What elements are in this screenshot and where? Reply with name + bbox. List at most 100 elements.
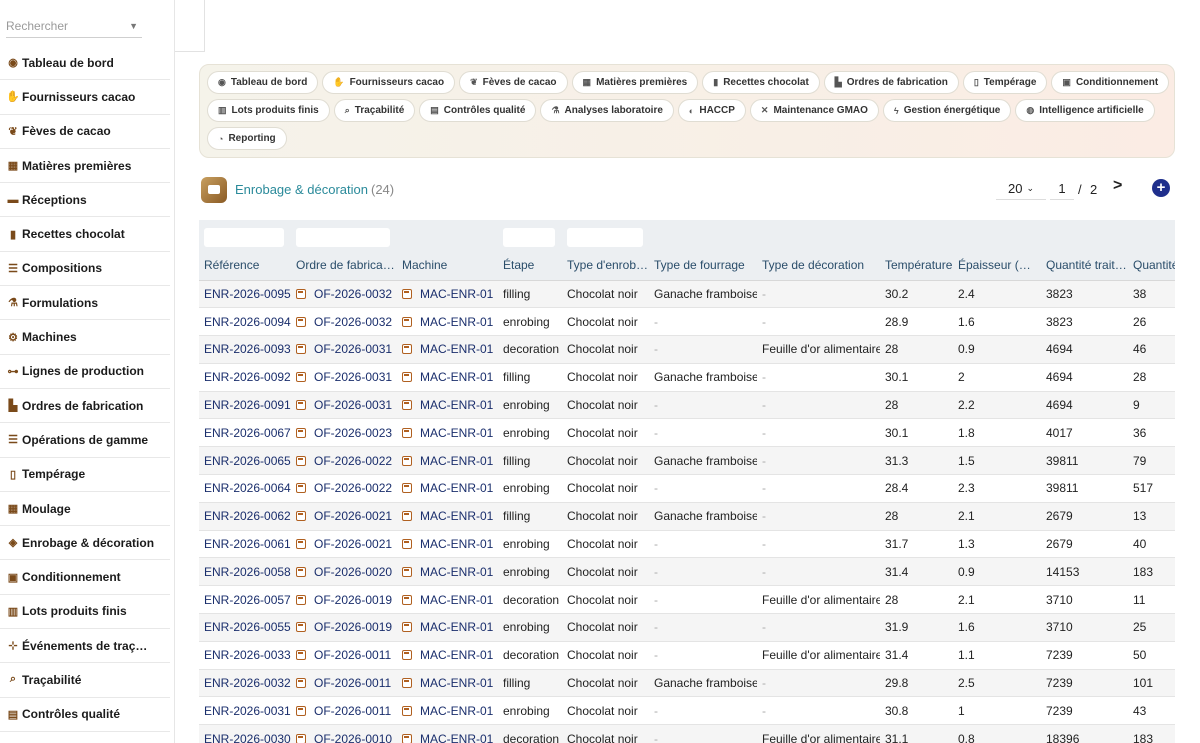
next-page-icon[interactable]: > — [1113, 177, 1122, 195]
table-row[interactable]: ENR-2026-0065 OF-2026-0022 MAC-ENR-01 filli… — [199, 446, 1175, 476]
table-cell[interactable]: ENR-2026-0055 — [199, 613, 291, 642]
cell-link[interactable]: OF-2026-0031 — [314, 370, 392, 384]
sidebar-item[interactable]: ▤ Contrôles qualité — [0, 698, 170, 732]
cell-link[interactable]: OF-2026-0019 — [314, 620, 392, 634]
table-row[interactable]: ENR-2026-0032 OF-2026-0011 MAC-ENR-01 filli… — [199, 669, 1175, 698]
table-cell[interactable]: MAC-ENR-01 — [397, 641, 498, 670]
table-cell[interactable]: OF-2026-0021 — [291, 502, 397, 531]
column-header[interactable]: Étape — [498, 250, 562, 281]
table-cell[interactable]: ENR-2026-0061 — [199, 530, 291, 559]
table-cell[interactable]: OF-2026-0032 — [291, 307, 397, 337]
cell-link[interactable]: ENR-2026-0093 — [204, 342, 291, 356]
cell-link[interactable]: OF-2026-0032 — [314, 315, 392, 329]
table-cell[interactable]: MAC-ENR-01 — [397, 446, 498, 476]
table-cell[interactable]: OF-2026-0011 — [291, 696, 397, 726]
table-cell[interactable]: MAC-ENR-01 — [397, 585, 498, 615]
table-cell[interactable]: OF-2026-0011 — [291, 669, 397, 698]
quick-link-chip[interactable]: ⚗ Analyses laboratoire — [540, 99, 674, 122]
cell-link[interactable]: MAC-ENR-01 — [420, 620, 493, 634]
table-row[interactable]: ENR-2026-0057 OF-2026-0019 MAC-ENR-01 decor… — [199, 585, 1175, 615]
table-cell[interactable]: MAC-ENR-01 — [397, 557, 498, 587]
cell-link[interactable]: OF-2026-0023 — [314, 426, 392, 440]
table-cell[interactable]: ENR-2026-0062 — [199, 502, 291, 531]
sidebar-item[interactable]: ▦ Matières premières — [0, 149, 170, 184]
table-cell[interactable]: MAC-ENR-01 — [397, 696, 498, 726]
table-cell[interactable]: ENR-2026-0091 — [199, 391, 291, 420]
cell-link[interactable]: ENR-2026-0092 — [204, 370, 291, 384]
column-header[interactable]: Température — [880, 250, 953, 281]
cell-link[interactable]: ENR-2026-0062 — [204, 509, 291, 523]
table-cell[interactable]: ENR-2026-0058 — [199, 557, 291, 587]
sidebar-item[interactable]: ⊹ Événements de traç… — [0, 629, 170, 664]
cell-link[interactable]: MAC-ENR-01 — [420, 342, 493, 356]
table-cell[interactable]: OF-2026-0031 — [291, 391, 397, 420]
table-cell[interactable]: MAC-ENR-01 — [397, 530, 498, 559]
table-cell[interactable]: OF-2026-0011 — [291, 641, 397, 670]
table-row[interactable]: ENR-2026-0058 OF-2026-0020 MAC-ENR-01 enrob… — [199, 557, 1175, 587]
table-row[interactable]: ENR-2026-0064 OF-2026-0022 MAC-ENR-01 enrob… — [199, 474, 1175, 503]
table-cell[interactable]: MAC-ENR-01 — [397, 613, 498, 642]
cell-link[interactable]: MAC-ENR-01 — [420, 704, 493, 718]
quick-link-chip[interactable]: ▣ Conditionnement — [1051, 71, 1170, 94]
cell-link[interactable]: ENR-2026-0091 — [204, 398, 291, 412]
sidebar-item[interactable]: ❦ Fèves de cacao — [0, 115, 170, 149]
cell-link[interactable]: OF-2026-0022 — [314, 481, 392, 495]
column-header[interactable]: Type de fourrage — [649, 250, 757, 281]
table-row[interactable]: ENR-2026-0094 OF-2026-0032 MAC-ENR-01 enrob… — [199, 307, 1175, 337]
cell-link[interactable]: MAC-ENR-01 — [420, 426, 493, 440]
column-header[interactable]: Quantité — [1128, 250, 1175, 281]
sidebar-item[interactable]: ◈ Enrobage & décoration — [0, 526, 170, 561]
column-header[interactable]: Épaisseur (… — [953, 250, 1041, 281]
table-cell[interactable]: OF-2026-0019 — [291, 613, 397, 642]
sidebar-item[interactable]: ⌕ Traçabilité — [0, 663, 170, 698]
table-cell[interactable]: MAC-ENR-01 — [397, 391, 498, 420]
table-cell[interactable]: ENR-2026-0033 — [199, 641, 291, 670]
sidebar-item[interactable]: ▬ Réceptions — [0, 183, 170, 218]
column-header[interactable]: Référence — [199, 250, 291, 281]
cell-link[interactable]: MAC-ENR-01 — [420, 537, 493, 551]
table-cell[interactable]: OF-2026-0019 — [291, 585, 397, 615]
cell-link[interactable]: MAC-ENR-01 — [420, 509, 493, 523]
cell-link[interactable]: MAC-ENR-01 — [420, 732, 493, 743]
sidebar-item[interactable]: ⚙ Machines — [0, 320, 170, 355]
table-cell[interactable]: ENR-2026-0067 — [199, 418, 291, 448]
quick-link-chip[interactable]: ϟ Gestion énergétique — [882, 99, 1012, 122]
quick-link-chip[interactable]: ✋ Fournisseurs cacao — [322, 71, 456, 94]
cell-link[interactable]: ENR-2026-0057 — [204, 593, 291, 607]
sidebar-item[interactable]: ⚗ Formulations — [0, 286, 170, 321]
table-row[interactable]: ENR-2026-0061 OF-2026-0021 MAC-ENR-01 enrob… — [199, 530, 1175, 559]
table-cell[interactable]: OF-2026-0023 — [291, 418, 397, 448]
cell-link[interactable]: MAC-ENR-01 — [420, 565, 493, 579]
table-row[interactable]: ENR-2026-0055 OF-2026-0019 MAC-ENR-01 enrob… — [199, 613, 1175, 642]
quick-link-chip[interactable]: ▥ Lots produits finis — [207, 99, 330, 122]
table-cell[interactable]: MAC-ENR-01 — [397, 418, 498, 448]
table-cell[interactable]: OF-2026-0010 — [291, 724, 397, 743]
quick-link-chip[interactable]: ✕ Maintenance GMAO — [749, 99, 879, 122]
cell-link[interactable]: OF-2026-0021 — [314, 509, 392, 523]
table-cell[interactable]: ENR-2026-0032 — [199, 669, 291, 698]
filter-etape-input[interactable] — [503, 227, 555, 247]
page-size-select[interactable]: 20 ⌄ — [996, 178, 1046, 200]
quick-link-chip[interactable]: ◍ Intelligence artificielle — [1015, 99, 1155, 122]
cell-link[interactable]: MAC-ENR-01 — [420, 481, 493, 495]
cell-link[interactable]: ENR-2026-0064 — [204, 481, 291, 495]
table-cell[interactable]: ENR-2026-0031 — [199, 696, 291, 726]
table-row[interactable]: ENR-2026-0092 OF-2026-0031 MAC-ENR-01 filli… — [199, 363, 1175, 392]
sidebar-item[interactable]: ☰ Opérations de gamme — [0, 423, 170, 458]
table-cell[interactable]: ENR-2026-0065 — [199, 446, 291, 476]
table-cell[interactable]: OF-2026-0021 — [291, 530, 397, 559]
cell-link[interactable]: MAC-ENR-01 — [420, 315, 493, 329]
sidebar-item[interactable]: ✋ Fournisseurs cacao — [0, 80, 170, 115]
table-cell[interactable]: OF-2026-0022 — [291, 474, 397, 503]
quick-link-chip[interactable]: ◔ Reporting — [207, 127, 287, 150]
filter-reference-input[interactable] — [204, 227, 284, 247]
cell-link[interactable]: OF-2026-0020 — [314, 565, 392, 579]
cell-link[interactable]: MAC-ENR-01 — [420, 648, 493, 662]
sidebar-item[interactable]: ▦ Moulage — [0, 492, 170, 527]
table-cell[interactable]: ENR-2026-0064 — [199, 474, 291, 503]
cell-link[interactable]: OF-2026-0019 — [314, 593, 392, 607]
cell-link[interactable]: OF-2026-0032 — [314, 287, 392, 301]
cell-link[interactable]: ENR-2026-0032 — [204, 676, 291, 690]
cell-link[interactable]: OF-2026-0021 — [314, 537, 392, 551]
cell-link[interactable]: ENR-2026-0094 — [204, 315, 291, 329]
